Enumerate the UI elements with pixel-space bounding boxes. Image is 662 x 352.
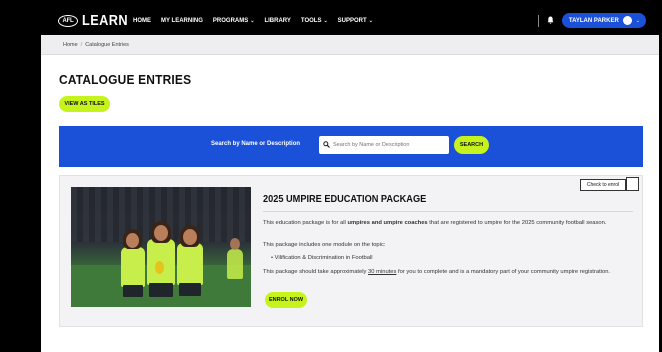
search-band: Search by Name or Description SEARCH xyxy=(59,126,643,167)
umpire-shorts xyxy=(179,283,201,296)
check-to-enrol-label: Check to enrol xyxy=(580,179,626,191)
card-duration-note: This package should take approximately 3… xyxy=(263,269,611,275)
umpire-photo xyxy=(71,187,251,307)
user-name: TAYLAN PARKER xyxy=(568,17,619,24)
search-button[interactable]: SEARCH xyxy=(454,136,489,154)
card-module-item: • Vilification & Discrimination in Footb… xyxy=(271,255,373,261)
main-menu: HOME MY LEARNING PROGRAMS ⌄ LIBRARY TOOLS… xyxy=(133,7,373,35)
breadcrumb: Home / Catalogue Entries xyxy=(41,35,659,55)
breadcrumb-home-link[interactable]: Home xyxy=(63,42,78,48)
page-title: CATALOGUE ENTRIES xyxy=(59,72,192,87)
logo-badge: AFL xyxy=(58,14,78,27)
bell-icon[interactable] xyxy=(547,16,554,26)
search-label: Search by Name or Description xyxy=(211,141,301,147)
top-navbar: AFL LEARN HOME MY LEARNING PROGRAMS ⌄ LIB… xyxy=(41,7,659,35)
afl-learn-logo[interactable]: AFL LEARN xyxy=(58,12,136,29)
umpire-shorts xyxy=(123,285,143,297)
nav-item-home[interactable]: HOME xyxy=(133,18,151,24)
breadcrumb-current: Catalogue Entries xyxy=(85,41,129,48)
umpire-head xyxy=(154,225,168,241)
nav-item-support[interactable]: SUPPORT ⌄ xyxy=(338,18,373,24)
catalogue-entry-card: Check to enrol 2025 UMPIRE EDUCATION PAC… xyxy=(59,175,643,327)
background-head xyxy=(230,238,240,250)
nav-divider xyxy=(537,14,539,27)
browser-viewport: AFL LEARN HOME MY LEARNING PROGRAMS ⌄ LIB… xyxy=(41,7,659,352)
umpire-head xyxy=(126,233,139,248)
user-menu-button[interactable]: TAYLAN PARKER ⌄ xyxy=(561,13,646,28)
umpire-figure xyxy=(121,247,145,287)
card-title: 2025 UMPIRE EDUCATION PACKAGE xyxy=(263,194,427,205)
search-input[interactable] xyxy=(333,142,443,148)
umpire-head xyxy=(183,229,197,245)
avatar xyxy=(622,16,632,25)
card-description: This education package is for all umpire… xyxy=(263,220,607,226)
nav-item-library[interactable]: LIBRARY xyxy=(264,18,290,24)
view-as-tiles-button[interactable]: VIEW AS TILES xyxy=(59,96,110,112)
logo-text: LEARN xyxy=(82,12,129,29)
card-divider xyxy=(263,211,633,212)
umpire-shorts xyxy=(149,283,173,297)
enrol-now-button[interactable]: ENROL NOW xyxy=(265,292,307,308)
nav-item-my-learning[interactable]: MY LEARNING xyxy=(161,18,203,24)
background-figure xyxy=(227,249,243,279)
chevron-down-icon: ⌄ xyxy=(323,18,328,24)
search-box[interactable] xyxy=(319,136,449,154)
chevron-down-icon: ⌄ xyxy=(250,18,255,24)
breadcrumb-separator: / xyxy=(80,41,83,48)
chevron-down-icon: ⌄ xyxy=(635,17,640,24)
umpire-figure xyxy=(177,243,203,285)
card-modules-intro: This package includes one module on the … xyxy=(263,242,386,248)
enrol-checkbox[interactable] xyxy=(626,177,639,191)
nav-item-tools[interactable]: TOOLS ⌄ xyxy=(301,18,328,24)
nav-right: TAYLAN PARKER ⌄ xyxy=(537,13,646,28)
chevron-down-icon: ⌄ xyxy=(368,18,373,24)
football xyxy=(155,261,164,274)
nav-item-programs[interactable]: PROGRAMS ⌄ xyxy=(213,18,255,24)
search-icon xyxy=(323,140,330,150)
